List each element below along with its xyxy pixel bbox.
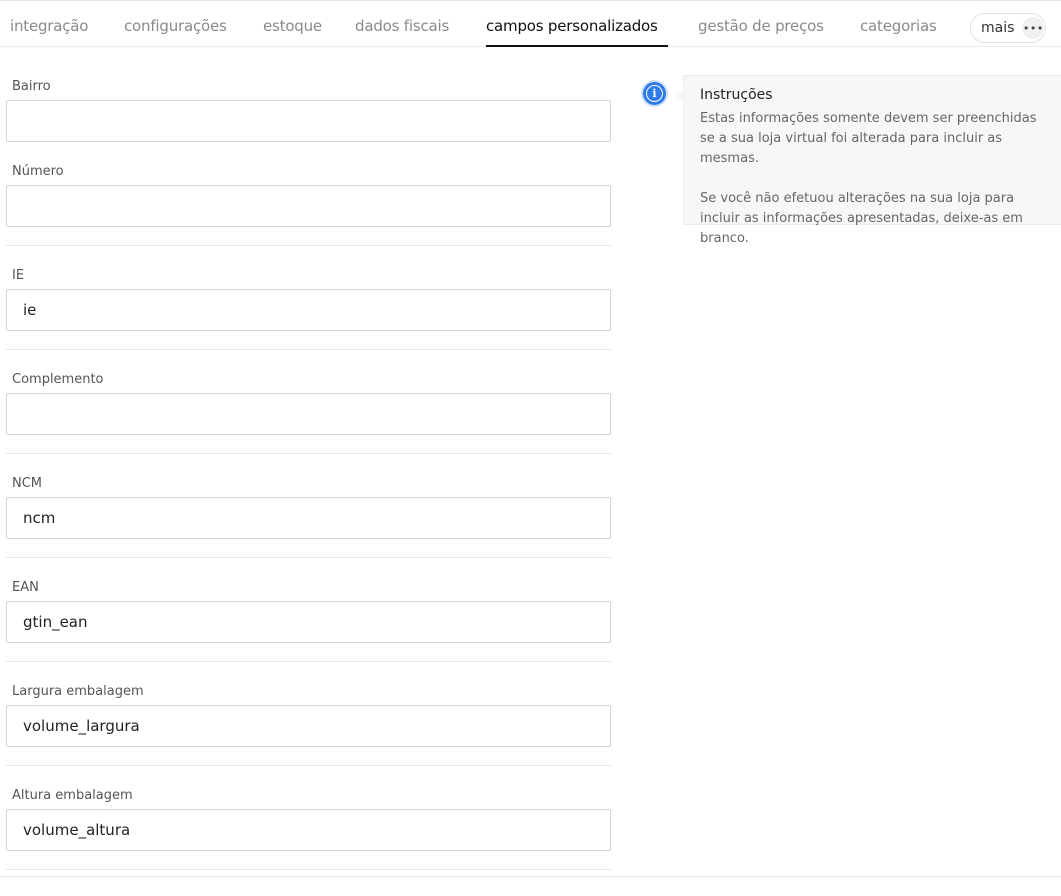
numero-input[interactable] <box>6 185 611 227</box>
instructions-paragraph-2: Se você não efetuou alterações na sua lo… <box>700 191 1023 246</box>
complemento-label: Complemento <box>12 372 104 387</box>
more-horizontal-icon: ••• <box>1022 17 1045 39</box>
instructions-panel: Instruções Estas informações somente dev… <box>676 75 1061 246</box>
more-tabs-button[interactable]: mais ••• <box>970 13 1046 43</box>
more-tabs-label: mais <box>981 20 1015 36</box>
ean-label: EAN <box>12 580 39 595</box>
divider <box>6 661 611 662</box>
tab-gestao-de-precos[interactable]: gestão de preços <box>698 17 824 35</box>
divider <box>6 557 611 558</box>
altura-embalagem-label: Altura embalagem <box>12 788 133 803</box>
tab-configuracoes[interactable]: configurações <box>124 17 227 35</box>
largura-embalagem-label: Largura embalagem <box>12 684 144 699</box>
divider <box>6 453 611 454</box>
instructions-paragraph-1: Estas informações somente devem ser pree… <box>700 111 1037 166</box>
tab-dados-fiscais[interactable]: dados fiscais <box>355 17 449 35</box>
bairro-label: Bairro <box>12 79 51 94</box>
altura-embalagem-input[interactable] <box>6 809 611 851</box>
divider <box>6 765 611 766</box>
divider <box>6 869 611 870</box>
active-tab-indicator <box>486 45 668 47</box>
bairro-input[interactable] <box>6 100 611 142</box>
divider <box>6 349 611 350</box>
tab-estoque[interactable]: estoque <box>263 17 322 35</box>
info-icon: i <box>641 80 668 107</box>
ncm-label: NCM <box>12 476 43 491</box>
bottom-divider <box>0 876 1061 877</box>
ean-input[interactable] <box>6 601 611 643</box>
instructions-title: Instruções <box>700 87 773 103</box>
ncm-input[interactable] <box>6 497 611 539</box>
tab-bar: integração configurações estoque dados f… <box>0 0 1061 47</box>
divider <box>6 245 611 246</box>
tab-categorias[interactable]: categorias <box>860 17 937 35</box>
complemento-input[interactable] <box>6 393 611 435</box>
largura-embalagem-input[interactable] <box>6 705 611 747</box>
ie-input[interactable] <box>6 289 611 331</box>
ie-label: IE <box>12 268 25 283</box>
tab-campos-personalizados[interactable]: campos personalizados <box>486 17 658 35</box>
tab-integracao[interactable]: integração <box>10 17 88 35</box>
numero-label: Número <box>12 164 64 179</box>
